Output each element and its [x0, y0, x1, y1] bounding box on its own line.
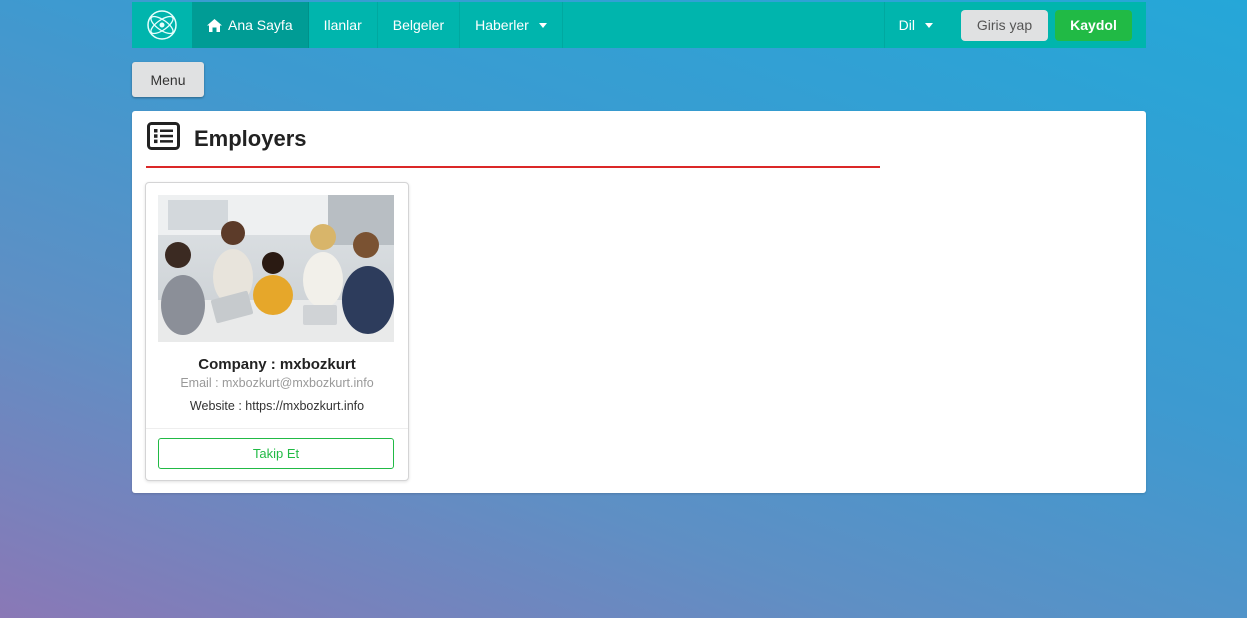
logo[interactable]: [132, 2, 192, 48]
nav-item-label: Ana Sayfa: [228, 17, 293, 33]
top-navbar: Ana Sayfa Ilanlar Belgeler Haberler Dil …: [132, 2, 1146, 48]
nav-item-belgeler[interactable]: Belgeler: [378, 2, 461, 48]
nav-item-ilanlar[interactable]: Ilanlar: [309, 2, 378, 48]
follow-button[interactable]: Takip Et: [158, 438, 394, 469]
language-label: Dil: [898, 17, 915, 33]
chevron-down-icon: [538, 22, 547, 28]
page-title: Employers: [194, 125, 307, 151]
menu-button[interactable]: Menu: [132, 62, 204, 97]
nav-item-home[interactable]: Ana Sayfa: [192, 2, 309, 48]
employer-card: Company : mxbozkurt Email : mxbozkurt@mx…: [145, 182, 409, 481]
nav-item-label: Haberler: [475, 17, 529, 33]
logo-icon: [147, 10, 177, 40]
nav-item-label: Ilanlar: [323, 17, 362, 33]
nav-item-label: Belgeler: [392, 17, 445, 33]
login-button[interactable]: Giris yap: [961, 9, 1048, 41]
title-divider: [146, 166, 880, 168]
company-name: Company : mxbozkurt: [198, 356, 356, 373]
employer-image: [158, 195, 394, 342]
employers-panel: Employers Company: mxbozkurt Email: mx…: [132, 111, 1146, 493]
chevron-down-icon: [925, 22, 933, 28]
card-divider: [146, 428, 408, 429]
signup-button[interactable]: Kaydol: [1055, 9, 1132, 41]
company-website: Website : https://mxbozkurt.info: [189, 399, 365, 413]
language-dropdown[interactable]: Dil: [883, 2, 947, 48]
nav-item-haberler[interactable]: Haberler: [460, 2, 563, 48]
list-icon: [147, 122, 180, 155]
company-email: Email : mxbozkurt@mxbozkurt.info: [180, 376, 374, 390]
home-icon: [207, 18, 222, 32]
